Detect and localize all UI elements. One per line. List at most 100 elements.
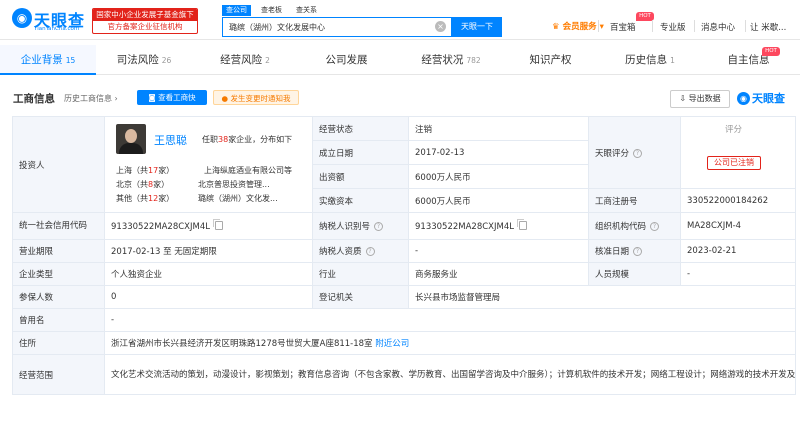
help-icon[interactable]: ? xyxy=(650,222,660,231)
address-value: 浙江省湖州市长兴县经济开发区明珠路1278号世贸大厦A座811-18室 xyxy=(111,339,373,349)
tab-ip[interactable]: 知识产权 xyxy=(504,45,600,75)
approve-label-cell: 核准日期? xyxy=(588,239,681,263)
person-desc-post: 家企业，分布如下 xyxy=(228,135,293,144)
dist-count-post: 家） xyxy=(158,194,175,203)
dist-company[interactable]: 北京普思投资管理... xyxy=(198,179,270,190)
copy-icon[interactable] xyxy=(516,218,527,230)
tianyancha-logo[interactable]: ◉ 天眼查 TianYanCha.com xyxy=(12,7,92,35)
person-desc-pre: 任职 xyxy=(202,135,218,144)
divider xyxy=(652,20,653,32)
tab-count: 1 xyxy=(670,56,675,65)
nav-messages[interactable]: 消息中心 xyxy=(701,21,735,33)
size-value: - xyxy=(680,262,796,286)
term-label: 营业期限 xyxy=(12,239,105,263)
person-name-link[interactable]: 王思聪 xyxy=(154,132,187,148)
status-value: 注销 xyxy=(408,116,589,141)
nav-user[interactable]: 让 米歇... xyxy=(750,21,786,33)
dist-row[interactable]: 其他（共12家） xyxy=(116,193,174,204)
tab-judicial-risk[interactable]: 司法风险 26 xyxy=(96,45,192,75)
scope-value: 文化艺术交流活动的策划，动漫设计，影视策划；教育信息咨询（不包含家教、学历教育、… xyxy=(104,354,796,395)
tab-label: 知识产权 xyxy=(529,54,572,66)
credit-value: 91330522MA28CXJM4L xyxy=(111,221,210,232)
help-icon[interactable]: ? xyxy=(374,222,384,231)
investor-label-cell: 投资人 xyxy=(12,116,105,213)
former-label: 曾用名 xyxy=(12,308,105,332)
avatar-face xyxy=(125,129,137,143)
export-button[interactable]: ⇩ 导出数据 xyxy=(670,90,730,108)
approve-label: 核准日期 xyxy=(595,247,630,257)
search-tab-boss[interactable]: 查老板 xyxy=(257,5,286,16)
address-cell: 浙江省湖州市长兴县经济开发区明珠路1278号世贸大厦A座811-18室 附近公司 xyxy=(104,331,796,355)
tab-count: 26 xyxy=(161,56,172,65)
top-bar: ◉ 天眼查 TianYanCha.com 国家中小企业发展子基金旗下 官方备案企… xyxy=(0,0,800,40)
dist-count-pre: （共 xyxy=(132,166,148,175)
rating-label: 天眼评分 xyxy=(595,148,630,159)
investor-detail: 王思聪 任职38家企业，分布如下 上海（共17家） 上海纵庭酒业有限公司等 北京… xyxy=(116,122,316,212)
found-value: 2017-02-13 xyxy=(408,140,589,165)
tax-qual-label-cell: 纳税人资质? xyxy=(312,239,409,263)
tab-development[interactable]: 公司发展 xyxy=(298,45,398,75)
person-summary: 任职38家企业，分布如下 xyxy=(202,134,292,145)
type-value: 个人独资企业 xyxy=(104,262,313,286)
authority-label: 登记机关 xyxy=(312,285,409,309)
divider xyxy=(745,20,746,32)
help-icon[interactable]: ? xyxy=(633,148,643,158)
dist-company[interactable]: 上海纵庭酒业有限公司等 xyxy=(204,165,292,176)
credit-agency-badge[interactable]: 国家中小企业发展子基金旗下 官方备案企业征信机构 xyxy=(92,8,198,34)
tab-history[interactable]: 历史信息 1 xyxy=(600,45,700,75)
nav-pro[interactable]: 专业版 xyxy=(660,21,686,33)
help-icon[interactable]: ? xyxy=(365,247,375,256)
dist-row[interactable]: 上海（共17家） xyxy=(116,165,174,176)
scope-label: 经营范围 xyxy=(12,354,105,395)
dist-city: 其他 xyxy=(116,194,132,203)
tab-operation-status[interactable]: 经营状况 782 xyxy=(398,45,504,75)
credit-label: 统一社会信用代码 xyxy=(19,221,88,231)
logo-eye-icon: ◉ xyxy=(12,8,32,28)
dist-row[interactable]: 北京（共8家） xyxy=(116,179,169,190)
rating-value: 评分 xyxy=(725,125,743,135)
copy-icon[interactable] xyxy=(212,218,223,230)
notify-change-button[interactable]: ● 发生变更时通知我 xyxy=(213,90,299,105)
tab-label: 经营风险 xyxy=(220,54,263,66)
person-company-count: 38 xyxy=(218,135,229,144)
type-label: 企业类型 xyxy=(12,262,105,286)
notify-label: 发生变更时通知我 xyxy=(230,94,291,103)
org-label-cell: 组织机构代码? xyxy=(588,212,681,240)
tab-operation-risk[interactable]: 经营风险 2 xyxy=(192,45,298,75)
tab-self-info[interactable]: 自主信息 xyxy=(700,45,800,75)
avatar-suit xyxy=(119,143,143,154)
search-button[interactable]: 天眼一下 xyxy=(452,17,502,37)
found-label: 成立日期 xyxy=(312,140,409,165)
brand-name: 天眼查 xyxy=(752,92,785,105)
dist-count-post: 家） xyxy=(158,166,175,175)
search-input[interactable] xyxy=(223,18,431,36)
nav-toolbox[interactable]: 百宝箱 xyxy=(610,21,636,33)
help-icon[interactable]: ? xyxy=(633,247,643,256)
view-snapshot-button[interactable]: ◙ 查看工商快 xyxy=(137,90,207,105)
history-link[interactable]: 历史工商信息 › xyxy=(64,93,118,104)
tab-background[interactable]: 企业背景 15 xyxy=(0,45,96,75)
insured-value: 0 xyxy=(104,285,313,309)
tab-label: 历史信息 xyxy=(625,54,668,66)
tab-count: 15 xyxy=(65,56,76,65)
tax-label-cell: 纳税人识别号? xyxy=(312,212,409,240)
tab-count: 782 xyxy=(466,56,481,65)
export-label: 导出数据 xyxy=(688,94,721,103)
term-value: 2017-02-13 至 无固定期限 xyxy=(104,239,313,263)
view-snapshot-label: 查看工商快 xyxy=(158,93,196,102)
camera-icon: ◙ xyxy=(148,93,159,102)
search-tab-company[interactable]: 查公司 xyxy=(222,5,251,16)
tab-label: 公司发展 xyxy=(325,54,368,66)
search-tab-relation[interactable]: 查关系 xyxy=(292,5,321,16)
capital-label: 出资额 xyxy=(312,164,409,189)
tab-label: 司法风险 xyxy=(116,54,159,66)
brand-logo: ◉ 天眼查 xyxy=(737,90,785,106)
clear-icon[interactable]: × xyxy=(435,21,446,32)
org-label: 组织机构代码 xyxy=(595,222,647,232)
nearby-company-link[interactable]: 附近公司 xyxy=(375,339,409,349)
member-label: 会员服务 xyxy=(562,22,597,32)
avatar[interactable] xyxy=(116,124,146,154)
dist-company[interactable]: 璐缤（湖州）文化发... xyxy=(198,193,278,204)
member-service-link[interactable]: ♛ 会员服务 ▾ xyxy=(552,20,604,32)
chevron-right-icon: › xyxy=(114,94,118,103)
